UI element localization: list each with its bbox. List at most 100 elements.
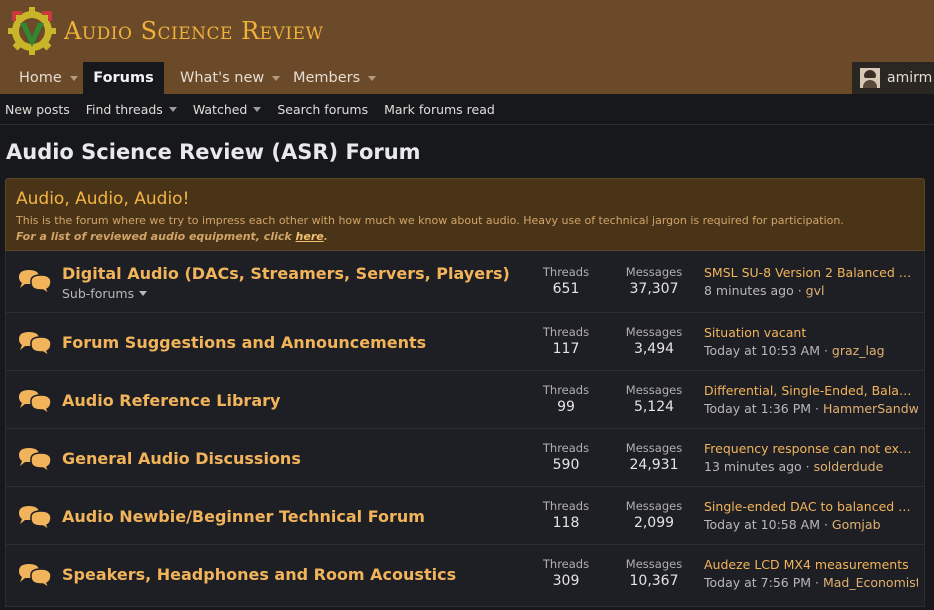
messages-count: 10,367 [629, 573, 679, 589]
category-header: Audio, Audio, Audio! This is the forum w… [5, 178, 925, 251]
user-menu[interactable]: amirm [852, 62, 934, 94]
threads-stat: Threads 651 [528, 265, 604, 297]
threads-count: 651 [552, 281, 580, 297]
threads-label: Threads [542, 441, 590, 455]
subnav-watched[interactable]: Watched [193, 102, 262, 117]
latest-user-link[interactable]: HammerSandwich [823, 401, 918, 416]
subnav-label: Watched [192, 101, 248, 117]
chat-bubbles-icon [19, 506, 52, 532]
latest-post: SMSL SU-8 Version 2 Balanced DAC 8 minut… [704, 265, 918, 298]
forum-row: Audio Newbie/Beginner Technical Forum Th… [5, 487, 925, 545]
messages-label: Messages [625, 499, 683, 513]
threads-label: Threads [542, 557, 590, 571]
caret-down-icon[interactable] [69, 75, 78, 81]
latest-thread-link[interactable]: Single-ended DAC to balanced am... [704, 499, 918, 514]
messages-stat: Messages 3,494 [616, 325, 692, 357]
forum-title[interactable]: Audio Newbie/Beginner Technical Forum [62, 507, 425, 526]
latest-thread-link[interactable]: Audeze LCD MX4 measurements [704, 557, 918, 572]
subnav-mark-forums-read[interactable]: Mark forums read [384, 102, 495, 117]
page-title: Audio Science Review (ASR) Forum [6, 140, 421, 164]
category-note-suffix: . [323, 230, 328, 243]
chat-bubbles-icon [19, 564, 52, 590]
site-logo[interactable]: Audio Science Review [6, 4, 323, 58]
latest-time[interactable]: Today at 10:58 AM [704, 517, 820, 532]
latest-thread-link[interactable]: SMSL SU-8 Version 2 Balanced DAC [704, 265, 918, 280]
latest-thread-link[interactable]: Differential, Single-Ended, Balance... [704, 383, 918, 398]
subforums-label: Sub-forums [62, 286, 135, 301]
messages-label: Messages [625, 325, 683, 339]
chat-bubbles-icon [19, 332, 52, 358]
nav-tab-label: Home [19, 70, 62, 86]
messages-label: Messages [625, 441, 683, 455]
caret-down-icon [253, 106, 262, 112]
subnav-label: Find threads [85, 101, 163, 117]
messages-label: Messages [625, 265, 683, 279]
messages-stat: Messages 10,367 [616, 557, 692, 589]
latest-user-link[interactable]: gvl [806, 283, 825, 298]
threads-stat: Threads 309 [528, 557, 604, 589]
forum-title[interactable]: Audio Reference Library [62, 391, 280, 410]
latest-time[interactable]: Today at 10:53 AM [704, 343, 820, 358]
threads-count: 309 [552, 573, 580, 589]
subnav-label: Search forums [277, 101, 369, 117]
username: amirm [887, 70, 933, 86]
latest-thread-link[interactable]: Situation vacant [704, 325, 918, 340]
forum-row: Forum Suggestions and Announcements Thre… [5, 313, 925, 371]
messages-count: 37,307 [629, 281, 679, 297]
latest-thread-link[interactable]: Frequency response can not explai... [704, 441, 918, 456]
latest-time[interactable]: Today at 1:36 PM [704, 401, 811, 416]
subnav-new-posts[interactable]: New posts [5, 102, 70, 117]
latest-time[interactable]: 8 minutes ago [704, 283, 794, 298]
caret-down-icon[interactable] [368, 75, 377, 81]
forum-title[interactable]: General Audio Discussions [62, 449, 301, 468]
messages-count: 5,124 [633, 399, 675, 415]
forum-title[interactable]: Forum Suggestions and Announcements [62, 333, 426, 352]
threads-label: Threads [542, 265, 590, 279]
messages-stat: Messages 37,307 [616, 265, 692, 297]
subforums-toggle[interactable]: Sub-forums [62, 286, 148, 301]
latest-time[interactable]: Today at 7:56 PM [704, 575, 811, 590]
caret-down-icon[interactable] [272, 75, 281, 81]
subnav-search-forums[interactable]: Search forums [277, 102, 368, 117]
category-description: This is the forum where we try to impres… [16, 214, 844, 227]
caret-down-icon [168, 106, 177, 112]
threads-stat: Threads 590 [528, 441, 604, 473]
latest-user-link[interactable]: Mad_Economist [823, 575, 918, 590]
site-header: Audio Science Review Home Forums What's … [0, 0, 934, 94]
category-note: For a list of reviewed audio equipment, … [16, 230, 914, 243]
forum-row: Audio Reference Library Threads 99 Messa… [5, 371, 925, 429]
subnav-label: Mark forums read [384, 101, 495, 117]
nav-tab-label: Forums [93, 70, 154, 86]
threads-label: Threads [542, 499, 590, 513]
threads-label: Threads [542, 383, 590, 397]
latest-user-link[interactable]: Gomjab [832, 517, 881, 532]
category-title[interactable]: Audio, Audio, Audio! [16, 189, 914, 209]
sub-nav: New posts Find threads Watched Search fo… [0, 94, 934, 125]
threads-count: 99 [557, 399, 575, 415]
latest-post: Audeze LCD MX4 measurements Today at 7:5… [704, 557, 918, 590]
latest-user-link[interactable]: solderdude [814, 459, 884, 474]
latest-meta: Today at 10:53 AM · graz_lag [704, 343, 885, 358]
forum-title[interactable]: Speakers, Headphones and Room Acoustics [62, 565, 456, 584]
threads-label: Threads [542, 325, 590, 339]
latest-post: Single-ended DAC to balanced am... Today… [704, 499, 918, 532]
threads-stat: Threads 117 [528, 325, 604, 357]
forum-title[interactable]: Digital Audio (DACs, Streamers, Servers,… [62, 264, 510, 283]
nav-tab-members[interactable]: Members [283, 62, 386, 94]
forum-row: General Audio Discussions Threads 590 Me… [5, 429, 925, 487]
nav-tab-forums[interactable]: Forums [83, 62, 164, 94]
nav-tab-whats-new[interactable]: What's new [170, 62, 290, 94]
messages-count: 3,494 [633, 341, 675, 357]
messages-stat: Messages 5,124 [616, 383, 692, 415]
latest-meta: 13 minutes ago · solderdude [704, 459, 884, 474]
subnav-find-threads[interactable]: Find threads [86, 102, 177, 117]
latest-time[interactable]: 13 minutes ago [704, 459, 802, 474]
latest-user-link[interactable]: graz_lag [832, 343, 885, 358]
nav-tab-home[interactable]: Home [9, 62, 88, 94]
latest-post: Frequency response can not explai... 13 … [704, 441, 918, 474]
chat-bubbles-icon [19, 270, 52, 296]
forum-row: Digital Audio (DACs, Streamers, Servers,… [5, 251, 925, 313]
latest-meta: Today at 10:58 AM · Gomjab [704, 517, 881, 532]
latest-meta: 8 minutes ago · gvl [704, 283, 825, 298]
equipment-list-link[interactable]: here [296, 230, 324, 243]
